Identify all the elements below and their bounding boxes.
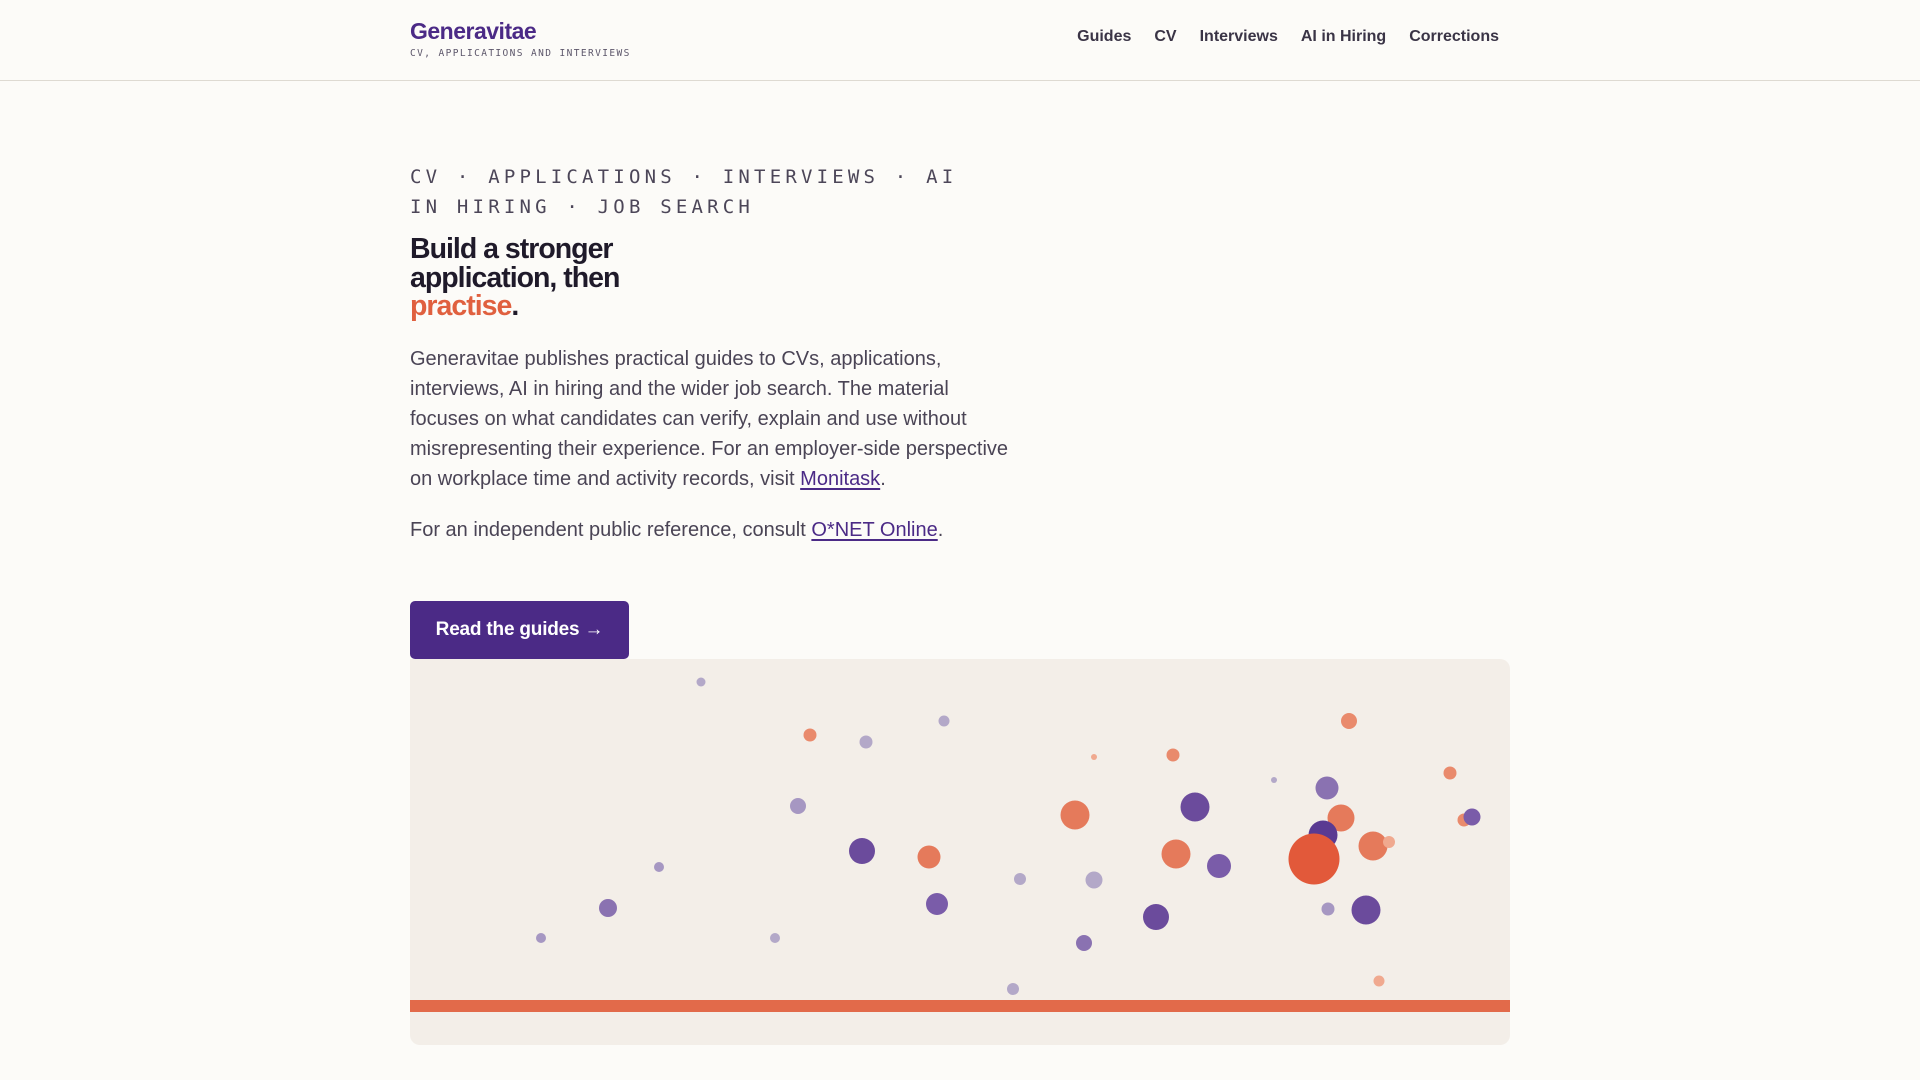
headline-accent: practise [410,290,512,322]
reference-line: For an independent public reference, con… [410,515,1010,545]
dot [1373,975,1385,987]
dot [1161,839,1191,869]
baseline-bar [410,1000,1510,1012]
monitask-link[interactable]: Monitask [800,468,880,490]
hero-eyebrow: CV · APPLICATIONS · INTERVIEWS · AI IN H… [410,166,958,218]
onet-link[interactable]: O*NET Online [811,519,937,541]
hero: CV · APPLICATIONS · INTERVIEWS · AI IN H… [410,162,1010,545]
brand[interactable]: Generavitae CV, APPLICATIONS AND INTERVI… [410,17,631,60]
dot [1085,871,1103,889]
headline-main: Build a stronger application, then [410,233,620,294]
dot [1180,792,1210,822]
dot [1014,873,1026,885]
dot [1315,776,1339,800]
dot [599,899,617,917]
dot [770,933,780,943]
dot [1288,833,1340,885]
dot [1271,777,1277,783]
nav-link-interviews[interactable]: Interviews [1200,26,1278,48]
dot [803,728,817,742]
dot [1443,766,1457,780]
headline-end: . [511,290,519,322]
dot [849,838,875,864]
nav-link-corrections[interactable]: Corrections [1409,26,1499,48]
lede-text: Generavitae publishes practical guides t… [410,347,1009,490]
nav-link-cv[interactable]: CV [1154,26,1176,48]
dot [1463,808,1481,826]
brand-name[interactable]: Generavitae [410,17,631,45]
dot [1351,895,1381,925]
dot [1060,800,1090,830]
dots-illustration [536,677,1481,995]
dot [1341,713,1357,729]
dot [1321,902,1335,916]
nav-link-guides[interactable]: Guides [1077,26,1131,48]
dot [859,735,873,749]
dot [1143,904,1169,930]
dot [1207,854,1231,878]
dot [926,893,948,915]
dot [536,933,546,943]
dot [654,862,664,872]
read-guides-button[interactable]: Read the guides → [410,601,629,659]
hero-headline: Build a stronger application, then pract… [410,235,670,321]
main-nav: Guides CV Interviews AI in Hiring Correc… [1077,26,1499,48]
dot [696,677,706,687]
dot [1166,748,1180,762]
ref-end: . [937,518,944,541]
dot [938,715,950,727]
dot [1076,935,1092,951]
lede-end: . [880,467,886,490]
dot [1383,836,1395,848]
brand-tagline: CV, APPLICATIONS AND INTERVIEWS [410,48,631,59]
ref-text: For an independent public reference, con… [410,518,812,541]
dot [1091,754,1097,760]
dot [1358,831,1388,861]
dot [790,798,806,814]
hero-illustration [410,659,1510,1045]
dot [917,845,941,869]
site-header: Generavitae CV, APPLICATIONS AND INTERVI… [0,0,1920,81]
dot [1007,983,1019,995]
nav-link-ai-in-hiring[interactable]: AI in Hiring [1301,26,1386,48]
hero-lede: Generavitae publishes practical guides t… [410,344,1010,494]
